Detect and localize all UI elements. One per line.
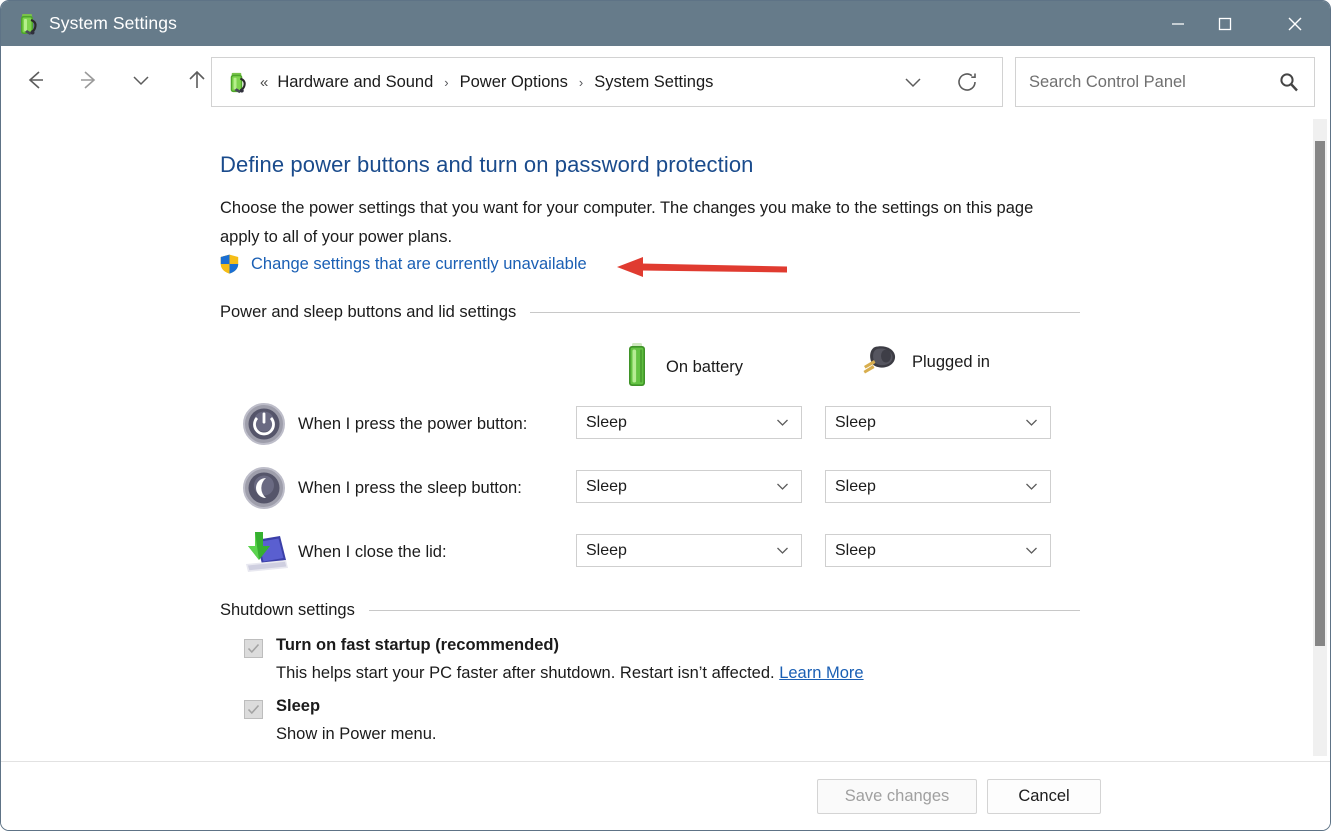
section-header-power: Power and sleep buttons and lid settings — [220, 303, 1080, 322]
content-pane: Define power buttons and turn on passwor… — [1, 114, 1331, 761]
back-arrow-icon[interactable] — [16, 61, 54, 99]
checkbox-sublabel-sleep: Show in Power menu. — [276, 725, 437, 744]
change-settings-link[interactable]: Change settings that are currently unava… — [251, 255, 587, 274]
dropdown-value: Sleep — [586, 542, 627, 560]
checkbox-row-fast-startup[interactable]: Turn on fast startup (recommended) — [244, 636, 559, 658]
breadcrumb-item-system-settings[interactable]: System Settings — [594, 73, 713, 92]
breadcrumb-overflow-icon[interactable]: « — [260, 74, 268, 91]
laptop-lid-icon — [242, 530, 286, 574]
row-power-button: When I press the power button: — [242, 399, 527, 449]
save-changes-button[interactable]: Save changes — [817, 779, 977, 814]
dropdown-power-button-on-battery[interactable]: Sleep — [576, 406, 802, 439]
search-input[interactable] — [1029, 73, 1254, 92]
chevron-down-icon — [775, 407, 790, 438]
checkbox-label-sleep: Sleep — [276, 697, 320, 716]
footer-bar: Save changes Cancel — [1, 762, 1331, 830]
dropdown-value: Sleep — [835, 478, 876, 496]
checkbox-sleep[interactable] — [244, 700, 263, 719]
address-dropdown-chevron-down-icon[interactable] — [894, 58, 932, 106]
fast-startup-description: This helps start your PC faster after sh… — [276, 664, 775, 682]
label-power-button: When I press the power button: — [298, 415, 527, 434]
breadcrumb-battery-plug-icon — [224, 70, 249, 95]
chevron-down-icon — [1024, 535, 1039, 566]
vertical-scrollbar[interactable] — [1313, 119, 1327, 756]
uac-shield-icon — [220, 254, 239, 274]
section-label-shutdown: Shutdown settings — [220, 601, 355, 620]
system-settings-window: System Settings — [0, 0, 1331, 831]
section-label-power: Power and sleep buttons and lid settings — [220, 303, 516, 322]
label-sleep-button: When I press the sleep button: — [298, 479, 522, 498]
title-bar: System Settings — [1, 1, 1331, 46]
dropdown-close-lid-plugged-in[interactable]: Sleep — [825, 534, 1051, 567]
change-settings-link-row[interactable]: Change settings that are currently unava… — [220, 254, 587, 274]
dropdown-power-button-plugged-in[interactable]: Sleep — [825, 406, 1051, 439]
row-sleep-button: When I press the sleep button: — [242, 463, 522, 513]
sleep-button-icon — [242, 466, 286, 510]
battery-icon — [621, 342, 653, 393]
cancel-button[interactable]: Cancel — [987, 779, 1101, 814]
checkbox-fast-startup[interactable] — [244, 639, 263, 658]
breadcrumb-item-power-options[interactable]: Power Options — [460, 73, 568, 92]
checkbox-label-fast-startup: Turn on fast startup (recommended) — [276, 636, 559, 655]
column-label-on-battery: On battery — [666, 358, 743, 377]
section-header-shutdown: Shutdown settings — [220, 601, 1080, 620]
chevron-down-icon — [1024, 407, 1039, 438]
breadcrumb-item-hardware-and-sound[interactable]: Hardware and Sound — [277, 73, 433, 92]
maximize-button[interactable] — [1201, 1, 1248, 46]
power-button-icon — [242, 402, 286, 446]
dropdown-value: Sleep — [835, 414, 876, 432]
search-box[interactable] — [1015, 57, 1315, 107]
dropdown-close-lid-on-battery[interactable]: Sleep — [576, 534, 802, 567]
breadcrumb-separator-icon: › — [444, 76, 448, 89]
breadcrumb-separator-icon: › — [579, 76, 583, 89]
learn-more-link[interactable]: Learn More — [779, 664, 863, 682]
red-arrow-annotation — [615, 254, 795, 285]
dropdown-value: Sleep — [586, 414, 627, 432]
label-close-lid: When I close the lid: — [298, 543, 447, 562]
minimize-button[interactable] — [1154, 1, 1201, 46]
window-title: System Settings — [49, 13, 177, 34]
address-bar[interactable]: « Hardware and Sound › Power Options › S… — [211, 57, 1003, 107]
checkbox-sublabel-fast-startup: This helps start your PC faster after sh… — [276, 664, 864, 683]
page-description: Choose the power settings that you want … — [220, 194, 1070, 252]
chevron-down-icon — [775, 471, 790, 502]
column-header-plugged-in: Plugged in — [859, 342, 990, 383]
battery-plug-icon — [14, 11, 40, 37]
column-header-on-battery: On battery — [621, 342, 743, 393]
row-close-lid: When I close the lid: — [242, 527, 447, 577]
dropdown-value: Sleep — [835, 542, 876, 560]
page-title: Define power buttons and turn on passwor… — [220, 152, 754, 178]
dropdown-value: Sleep — [586, 478, 627, 496]
chevron-down-icon — [1024, 471, 1039, 502]
search-icon[interactable] — [1274, 67, 1304, 97]
recent-locations-chevron-down-icon[interactable] — [122, 61, 160, 99]
section-divider — [530, 312, 1080, 313]
chevron-down-icon — [775, 535, 790, 566]
power-plug-icon — [859, 342, 899, 383]
forward-arrow-icon[interactable] — [70, 61, 108, 99]
dropdown-sleep-button-plugged-in[interactable]: Sleep — [825, 470, 1051, 503]
scrollbar-thumb[interactable] — [1315, 141, 1325, 646]
dropdown-sleep-button-on-battery[interactable]: Sleep — [576, 470, 802, 503]
close-button[interactable] — [1271, 1, 1318, 46]
checkbox-row-sleep[interactable]: Sleep — [244, 697, 320, 719]
section-divider — [369, 610, 1080, 611]
refresh-icon[interactable] — [948, 58, 986, 106]
column-label-plugged-in: Plugged in — [912, 353, 990, 372]
